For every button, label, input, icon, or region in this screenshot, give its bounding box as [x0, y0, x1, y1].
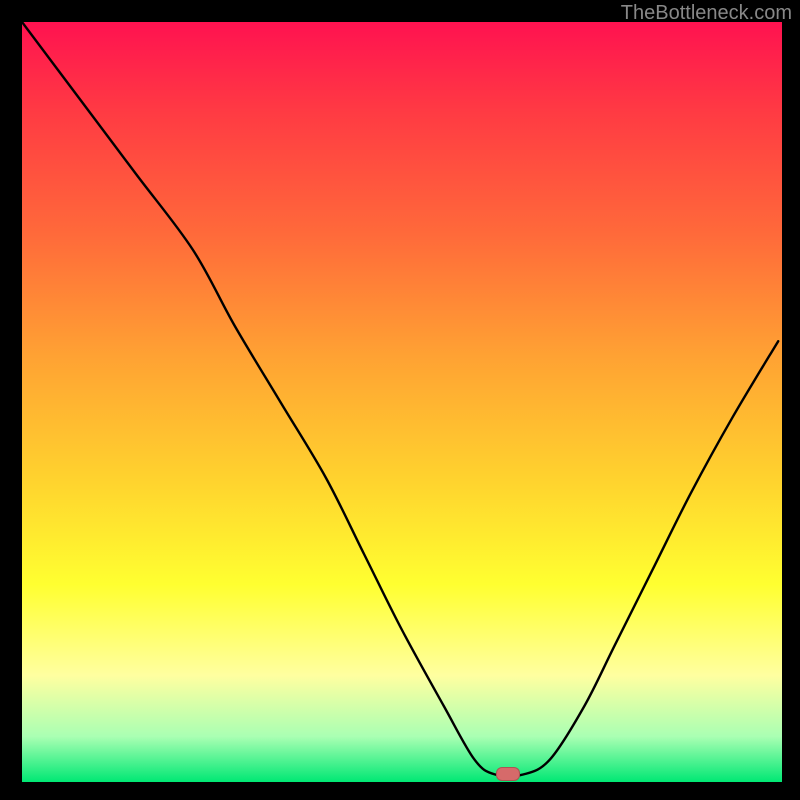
chart-frame: TheBottleneck.com: [0, 0, 800, 800]
bottleneck-curve: [22, 22, 782, 782]
plot-area: [22, 22, 782, 782]
optimal-marker-icon: [496, 767, 520, 781]
